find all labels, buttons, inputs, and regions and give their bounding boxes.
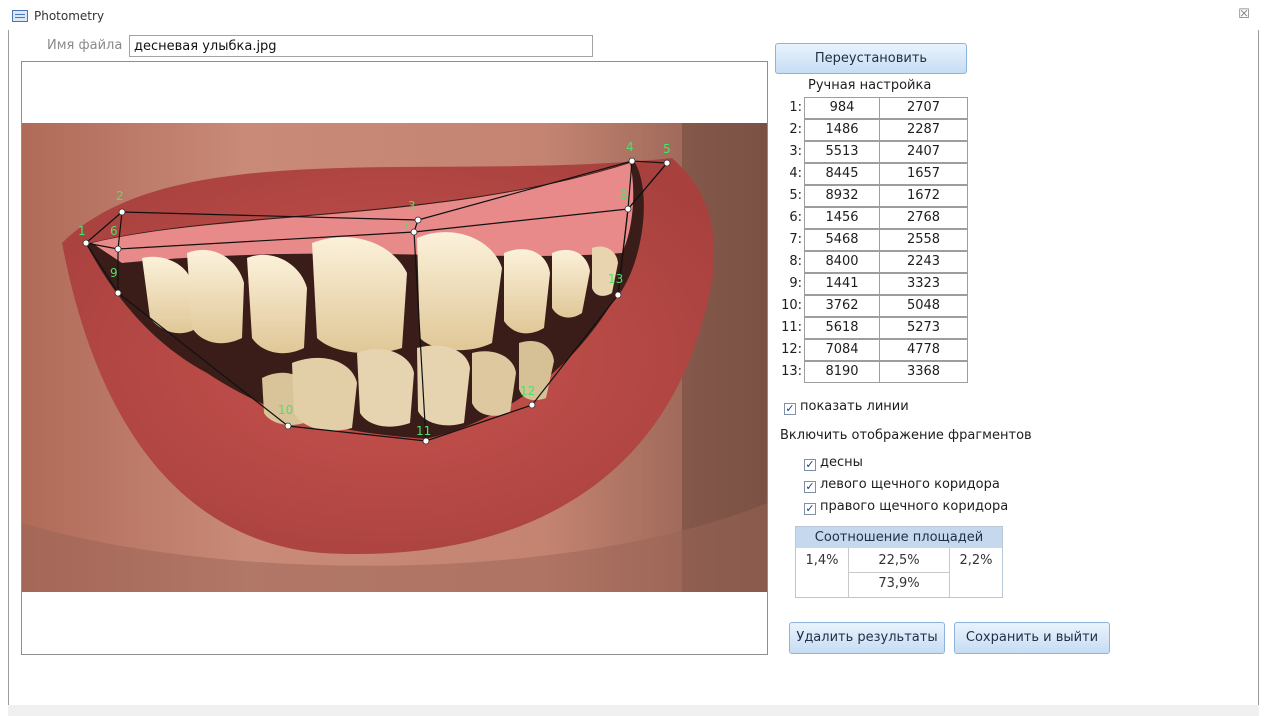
point-marker-label: 10 <box>278 403 293 417</box>
point-marker-label: 3 <box>408 199 416 213</box>
point-y-field[interactable]: 5273 <box>879 317 968 339</box>
point-marker-label: 6 <box>110 224 118 238</box>
point-index: 10: <box>781 298 802 313</box>
point-y-field[interactable]: 2558 <box>879 229 968 251</box>
point-y-field[interactable]: 2243 <box>879 251 968 273</box>
left-corridor-checkbox[interactable]: ✓ <box>804 481 816 493</box>
fragments-title: Включить отображение фрагментов <box>780 428 1032 443</box>
gums-ratio: 22,5% <box>878 553 920 568</box>
point-marker-label: 2 <box>116 189 124 203</box>
right-corridor-option[interactable]: ✓ правого щечного коридора <box>804 499 1008 515</box>
show-lines-checkbox[interactable]: ✓ <box>784 403 796 415</box>
delete-results-button[interactable]: Удалить результаты <box>789 622 945 654</box>
point-y-field[interactable]: 2407 <box>879 141 968 163</box>
point-marker[interactable] <box>528 401 536 409</box>
window-title: Photometry <box>34 9 105 23</box>
close-icon[interactable]: ☒ <box>1237 8 1251 22</box>
show-lines-label: показать линии <box>800 399 909 414</box>
gums-label: десны <box>820 455 863 470</box>
point-index: 13: <box>781 364 802 379</box>
point-marker-label: 11 <box>416 424 431 438</box>
right-corridor-ratio: 2,2% <box>959 553 993 568</box>
point-marker[interactable] <box>118 208 126 216</box>
point-x-field[interactable]: 5618 <box>804 317 880 339</box>
point-marker[interactable] <box>114 245 122 253</box>
form-icon <box>12 10 28 22</box>
point-marker-label: 9 <box>110 266 118 280</box>
point-x-field[interactable]: 7084 <box>804 339 880 361</box>
left-corridor-ratio: 1,4% <box>805 553 839 568</box>
manual-settings-title: Ручная настройка <box>808 78 932 93</box>
right-corridor-label: правого щечного коридора <box>820 499 1009 514</box>
point-x-field[interactable]: 3762 <box>804 295 880 317</box>
filename-label: Имя файла <box>47 38 123 53</box>
show-lines-option[interactable]: ✓ показать линии <box>784 399 909 415</box>
left-corridor-option[interactable]: ✓ левого щечного коридора <box>804 477 1000 493</box>
point-index: 9: <box>789 276 802 291</box>
area-ratio-panel: Соотношение площадей 1,4% 22,5% 2,2% 73,… <box>795 526 1003 598</box>
title-bar: Photometry ☒ <box>0 0 1267 30</box>
point-y-field[interactable]: 1672 <box>879 185 968 207</box>
point-marker[interactable] <box>624 205 632 213</box>
point-y-field[interactable]: 1657 <box>879 163 968 185</box>
point-x-field[interactable]: 8190 <box>804 361 880 383</box>
gums-option[interactable]: ✓ десны <box>804 455 863 471</box>
point-marker-label: 1 <box>78 224 86 238</box>
point-marker-label: 7 <box>402 219 410 233</box>
teeth-ratio: 73,9% <box>878 576 920 591</box>
point-marker-label: 4 <box>626 140 634 154</box>
gums-checkbox[interactable]: ✓ <box>804 459 816 471</box>
point-marker[interactable] <box>82 239 90 247</box>
point-index: 8: <box>789 254 802 269</box>
point-marker[interactable] <box>114 289 122 297</box>
point-x-field[interactable]: 984 <box>804 97 880 119</box>
point-marker[interactable] <box>414 216 422 224</box>
point-x-field[interactable]: 1456 <box>804 207 880 229</box>
save-and-exit-button[interactable]: Сохранить и выйти <box>954 622 1110 654</box>
point-marker-label: 13 <box>608 272 623 286</box>
point-x-field[interactable]: 1486 <box>804 119 880 141</box>
point-x-field[interactable]: 8932 <box>804 185 880 207</box>
point-y-field[interactable]: 2768 <box>879 207 968 229</box>
smile-photo[interactable]: 1234 56 78910111213 <box>22 123 767 592</box>
point-x-field[interactable]: 1441 <box>804 273 880 295</box>
point-marker[interactable] <box>284 422 292 430</box>
point-y-field[interactable]: 2287 <box>879 119 968 141</box>
status-strip <box>8 705 1259 716</box>
reset-button[interactable]: Переустановить <box>775 43 967 74</box>
point-marker[interactable] <box>422 437 430 445</box>
point-marker[interactable] <box>614 291 622 299</box>
right-corridor-checkbox[interactable]: ✓ <box>804 503 816 515</box>
point-y-field[interactable]: 2707 <box>879 97 968 119</box>
point-y-field[interactable]: 3368 <box>879 361 968 383</box>
point-x-field[interactable]: 5513 <box>804 141 880 163</box>
filename-input[interactable] <box>129 35 593 57</box>
point-index: 12: <box>781 342 802 357</box>
point-marker[interactable] <box>410 228 418 236</box>
point-marker-label: 12 <box>520 384 535 398</box>
area-ratio-title: Соотношение площадей <box>796 527 1002 548</box>
point-y-field[interactable]: 4778 <box>879 339 968 361</box>
point-index: 2: <box>789 122 802 137</box>
point-marker[interactable] <box>628 157 636 165</box>
point-index: 6: <box>789 210 802 225</box>
point-index: 5: <box>789 188 802 203</box>
point-marker[interactable] <box>663 159 671 167</box>
point-index: 4: <box>789 166 802 181</box>
left-corridor-label: левого щечного коридора <box>820 477 1000 492</box>
point-index: 3: <box>789 144 802 159</box>
point-index: 1: <box>789 100 802 115</box>
point-x-field[interactable]: 8400 <box>804 251 880 273</box>
point-y-field[interactable]: 5048 <box>879 295 968 317</box>
point-index: 7: <box>789 232 802 247</box>
point-x-field[interactable]: 5468 <box>804 229 880 251</box>
point-marker-label: 5 <box>663 142 671 156</box>
point-y-field[interactable]: 3323 <box>879 273 968 295</box>
point-marker-label: 8 <box>620 188 628 202</box>
point-index: 11: <box>781 320 802 335</box>
point-x-field[interactable]: 8445 <box>804 163 880 185</box>
image-frame: 1 2 3 4 5 6 7 8 9 10 11 12 13 <box>21 61 768 655</box>
